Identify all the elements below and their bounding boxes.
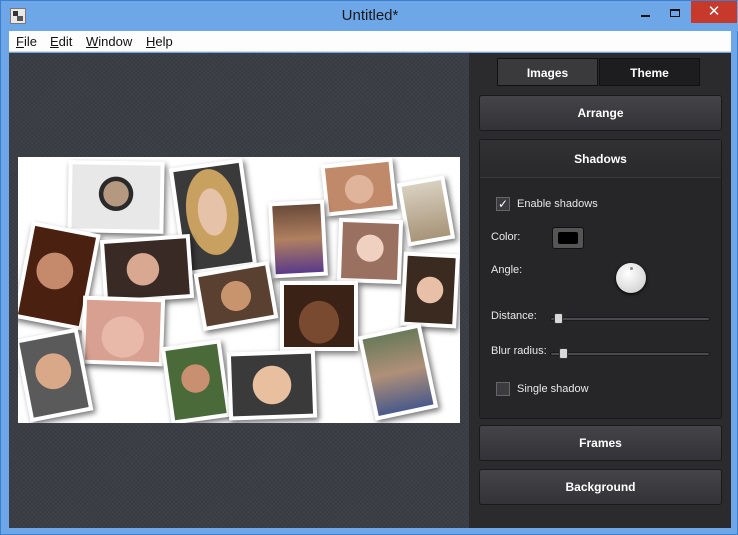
- arrange-section-button[interactable]: Arrange: [479, 95, 722, 131]
- shadow-color-picker[interactable]: [552, 227, 584, 249]
- color-swatch-fill: [558, 232, 578, 244]
- menu-window[interactable]: Window: [86, 34, 132, 49]
- shadows-section: Shadows ✓ Enable shadows Color: Angle: D…: [479, 139, 722, 419]
- blur-radius-label: Blur radius:: [491, 345, 547, 357]
- frames-section-button[interactable]: Frames: [479, 425, 722, 461]
- check-icon: ✓: [497, 197, 509, 211]
- distance-slider-thumb[interactable]: [554, 313, 564, 324]
- minimize-button[interactable]: [631, 1, 659, 23]
- enable-shadows-checkbox[interactable]: ✓: [496, 197, 510, 211]
- app-window: Untitled* ✕ File Edit Window Help Images…: [0, 0, 738, 535]
- collage-photo[interactable]: [320, 157, 398, 217]
- menu-bar: File Edit Window Help: [9, 31, 731, 52]
- tab-theme[interactable]: Theme: [599, 58, 700, 86]
- collage-photo[interactable]: [400, 251, 460, 329]
- distance-slider[interactable]: [550, 313, 710, 324]
- collage-canvas[interactable]: [18, 157, 460, 423]
- collage-photo[interactable]: [193, 260, 279, 332]
- close-button[interactable]: ✕: [691, 1, 737, 23]
- title-bar[interactable]: Untitled* ✕: [1, 1, 738, 31]
- collage-photo[interactable]: [336, 217, 404, 285]
- background-section-button[interactable]: Background: [479, 469, 722, 505]
- maximize-button[interactable]: [661, 1, 689, 23]
- collage-photo[interactable]: [80, 295, 166, 367]
- blur-radius-slider[interactable]: [550, 348, 710, 359]
- enable-shadows-label: Enable shadows: [517, 198, 598, 210]
- menu-edit-rest: dit: [58, 34, 73, 49]
- menu-help[interactable]: Help: [146, 34, 173, 49]
- window-title: Untitled*: [341, 7, 399, 24]
- canvas-area: [9, 53, 469, 528]
- single-shadow-checkbox[interactable]: [496, 382, 510, 396]
- tab-images[interactable]: Images: [497, 58, 598, 86]
- maximize-icon: [670, 8, 680, 17]
- collage-photo[interactable]: [226, 349, 318, 421]
- angle-label: Angle:: [491, 264, 523, 276]
- menu-file-rest: ile: [23, 34, 37, 49]
- menu-edit[interactable]: Edit: [50, 34, 72, 49]
- minimize-icon: [640, 14, 650, 17]
- blur-radius-slider-thumb[interactable]: [558, 348, 568, 359]
- close-icon: ✕: [707, 3, 721, 20]
- distance-label: Distance:: [491, 310, 537, 322]
- collage-photo[interactable]: [396, 175, 456, 247]
- panel-tabs: Images Theme: [497, 58, 701, 86]
- menu-window-rest: indow: [98, 34, 133, 49]
- color-label: Color:: [491, 231, 521, 243]
- collage-photo[interactable]: [280, 281, 358, 351]
- angle-dial[interactable]: [616, 263, 646, 293]
- menu-help-rest: elp: [155, 34, 173, 49]
- side-panel: Images Theme Arrange Shadows ✓ Enable sh…: [469, 53, 731, 528]
- collage-photo[interactable]: [160, 339, 232, 423]
- shadows-section-header[interactable]: Shadows: [480, 140, 721, 178]
- collage-photo[interactable]: [357, 323, 439, 421]
- single-shadow-label: Single shadow: [517, 383, 589, 395]
- collage-photo[interactable]: [67, 160, 165, 234]
- menu-file[interactable]: File: [16, 34, 37, 49]
- collage-photo[interactable]: [268, 199, 328, 279]
- collage-photo[interactable]: [99, 233, 195, 305]
